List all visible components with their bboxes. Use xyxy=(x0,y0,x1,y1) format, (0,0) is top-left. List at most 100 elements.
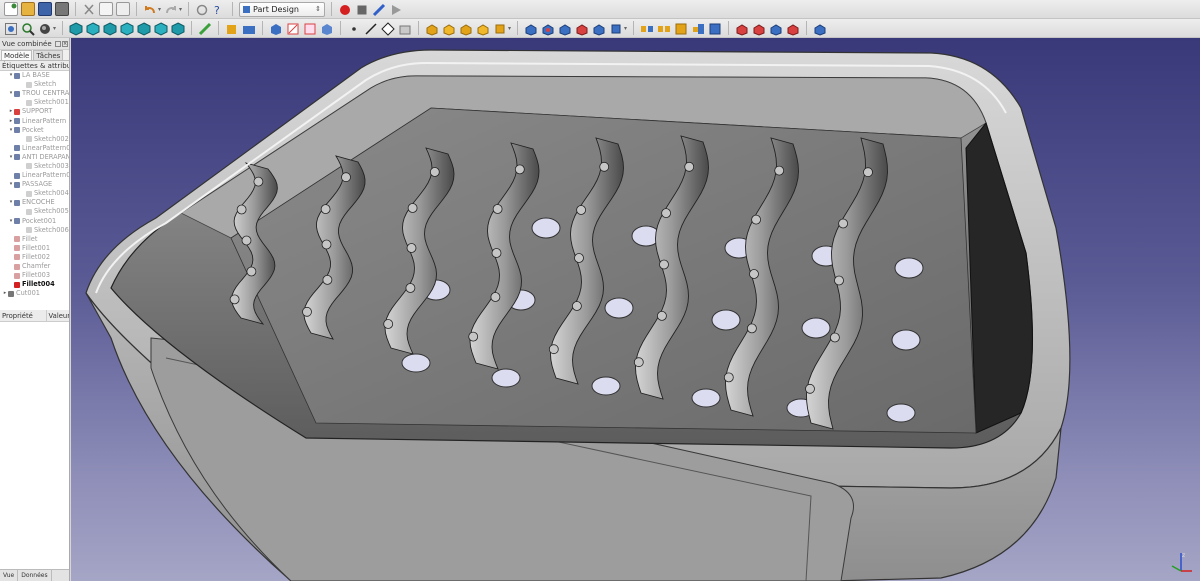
view-bottom-icon[interactable] xyxy=(154,21,168,36)
close-icon[interactable]: × xyxy=(62,41,68,47)
subtractive-loft-icon[interactable] xyxy=(575,21,589,36)
tree-item[interactable]: LinearPattern001 xyxy=(0,144,69,153)
tree-item[interactable]: ▾ TROU CENTRAL xyxy=(0,89,69,98)
subtractive-primitive-icon[interactable] xyxy=(609,21,623,35)
tree-item[interactable]: Sketch xyxy=(0,80,69,89)
subtractive-primitive-dropdown-icon[interactable]: ▾ xyxy=(624,25,627,32)
additive-primitive-icon[interactable] xyxy=(493,21,507,35)
tree-item[interactable]: Sketch002 xyxy=(0,135,69,144)
tree-item[interactable]: ▾ANTI DERAPANT xyxy=(0,153,69,162)
datum-plane-icon[interactable] xyxy=(381,21,395,36)
additive-pipe-icon[interactable] xyxy=(476,21,490,36)
macro-stop-icon[interactable] xyxy=(355,2,369,16)
tree-item[interactable]: ▸ Cut001 xyxy=(0,289,69,298)
cut-icon[interactable] xyxy=(82,2,96,16)
draw-style-icon[interactable] xyxy=(38,21,52,35)
tree-item[interactable]: Sketch003 xyxy=(0,162,69,171)
tree-item[interactable]: ▾ LA BASE xyxy=(0,71,69,80)
tree-item[interactable]: Fillet001 xyxy=(0,244,69,253)
copy-icon[interactable] xyxy=(99,2,113,16)
tab-model[interactable]: Modèle xyxy=(1,50,33,60)
boolean-icon[interactable] xyxy=(813,21,827,36)
tree-item[interactable]: Sketch006 xyxy=(0,226,69,235)
revolution-icon[interactable] xyxy=(442,21,456,36)
anti-slip-bump xyxy=(321,239,332,250)
tree-item[interactable]: Sketch004 xyxy=(0,189,69,198)
float-icon[interactable] xyxy=(55,41,61,47)
body-icon xyxy=(14,72,20,79)
new-document-icon[interactable] xyxy=(4,2,18,16)
tree-item[interactable]: Fillet002 xyxy=(0,253,69,262)
tree-item[interactable]: Sketch001 xyxy=(0,98,69,107)
undo-dropdown-icon[interactable]: ▾ xyxy=(158,6,161,13)
view-right-icon[interactable] xyxy=(120,21,134,36)
pocket-icon[interactable] xyxy=(524,21,538,36)
draft-icon[interactable] xyxy=(769,21,783,36)
redo-icon[interactable] xyxy=(164,2,178,16)
tree-item[interactable]: ▾ Pocket001 xyxy=(0,217,69,226)
zoom-icon[interactable] xyxy=(21,21,35,36)
scaled-icon[interactable] xyxy=(691,21,705,35)
view-isometric-icon[interactable] xyxy=(69,21,83,36)
draw-style-dropdown-icon[interactable]: ▾ xyxy=(53,25,56,32)
polar-pattern-icon[interactable] xyxy=(674,21,688,35)
datum-point-icon[interactable] xyxy=(347,21,361,35)
macro-record-icon[interactable] xyxy=(338,2,352,16)
additive-primitive-dropdown-icon[interactable]: ▾ xyxy=(508,25,511,32)
tab-view[interactable]: Vue xyxy=(0,570,19,581)
chamfer-icon[interactable] xyxy=(752,21,766,36)
hole-icon[interactable] xyxy=(541,21,555,36)
macro-edit-icon[interactable] xyxy=(372,2,386,17)
print-icon[interactable] xyxy=(55,2,69,16)
tree-item-label: Fillet002 xyxy=(22,252,51,261)
tree-item[interactable]: Sketch005 xyxy=(0,207,69,216)
fillet-icon[interactable] xyxy=(735,21,749,36)
redo-dropdown-icon[interactable]: ▾ xyxy=(179,6,182,13)
groove-icon[interactable] xyxy=(558,21,572,36)
view-top-icon[interactable] xyxy=(103,21,117,36)
tree-item[interactable]: ▾ PASSAGE xyxy=(0,180,69,189)
tree-item[interactable]: Fillet004 xyxy=(0,280,69,289)
tree-item[interactable]: Fillet003 xyxy=(0,271,69,280)
create-part-icon[interactable] xyxy=(225,21,239,35)
3d-viewport[interactable]: z xyxy=(71,38,1200,581)
open-folder-icon[interactable] xyxy=(21,2,35,16)
macro-run-icon[interactable] xyxy=(389,2,403,16)
shape-binder-icon[interactable] xyxy=(398,21,412,35)
additive-loft-icon[interactable] xyxy=(459,21,473,36)
subtractive-pipe-icon[interactable] xyxy=(592,21,606,36)
tree-item-label: Pocket001 xyxy=(22,216,57,225)
create-group-icon[interactable] xyxy=(242,21,256,35)
workbench-selector[interactable]: Part Design ⇕ xyxy=(239,1,326,17)
linear-pattern-icon[interactable] xyxy=(657,21,671,35)
mirrored-icon[interactable] xyxy=(640,21,654,35)
validate-sketch-icon[interactable] xyxy=(303,21,317,35)
tree-item[interactable]: ▾ Pocket xyxy=(0,126,69,135)
whats-this-icon[interactable]: ? xyxy=(212,2,226,17)
thickness-icon[interactable] xyxy=(786,21,800,36)
tab-tasks[interactable]: Tâches xyxy=(33,50,64,60)
tree-item[interactable]: Fillet xyxy=(0,235,69,244)
tree-item-label: ANTI DERAPANT xyxy=(22,152,69,161)
measure-icon[interactable] xyxy=(198,21,212,36)
pad-icon[interactable] xyxy=(425,21,439,36)
refresh-icon[interactable] xyxy=(195,2,209,16)
multi-transform-icon[interactable] xyxy=(708,21,722,35)
undo-icon[interactable] xyxy=(143,2,157,16)
create-body-icon[interactable] xyxy=(269,21,283,35)
create-sketch-icon[interactable] xyxy=(286,21,300,35)
tree-item[interactable]: ▸ SUPPORT xyxy=(0,107,69,116)
view-front-icon[interactable] xyxy=(86,21,100,36)
fit-all-icon[interactable] xyxy=(4,21,18,35)
view-left-icon[interactable] xyxy=(171,21,185,36)
paste-icon[interactable] xyxy=(116,2,130,16)
map-sketch-icon[interactable] xyxy=(320,21,334,35)
view-rear-icon[interactable] xyxy=(137,21,151,36)
save-icon[interactable] xyxy=(38,2,52,16)
datum-line-icon[interactable] xyxy=(364,21,378,35)
tree-item[interactable]: ▸ LinearPattern xyxy=(0,116,69,125)
tree-item[interactable]: Chamfer xyxy=(0,262,69,271)
tab-data[interactable]: Données xyxy=(18,570,52,581)
tree-item[interactable]: LinearPattern002 xyxy=(0,171,69,180)
tree-item[interactable]: ▾ ENCOCHE xyxy=(0,198,69,207)
